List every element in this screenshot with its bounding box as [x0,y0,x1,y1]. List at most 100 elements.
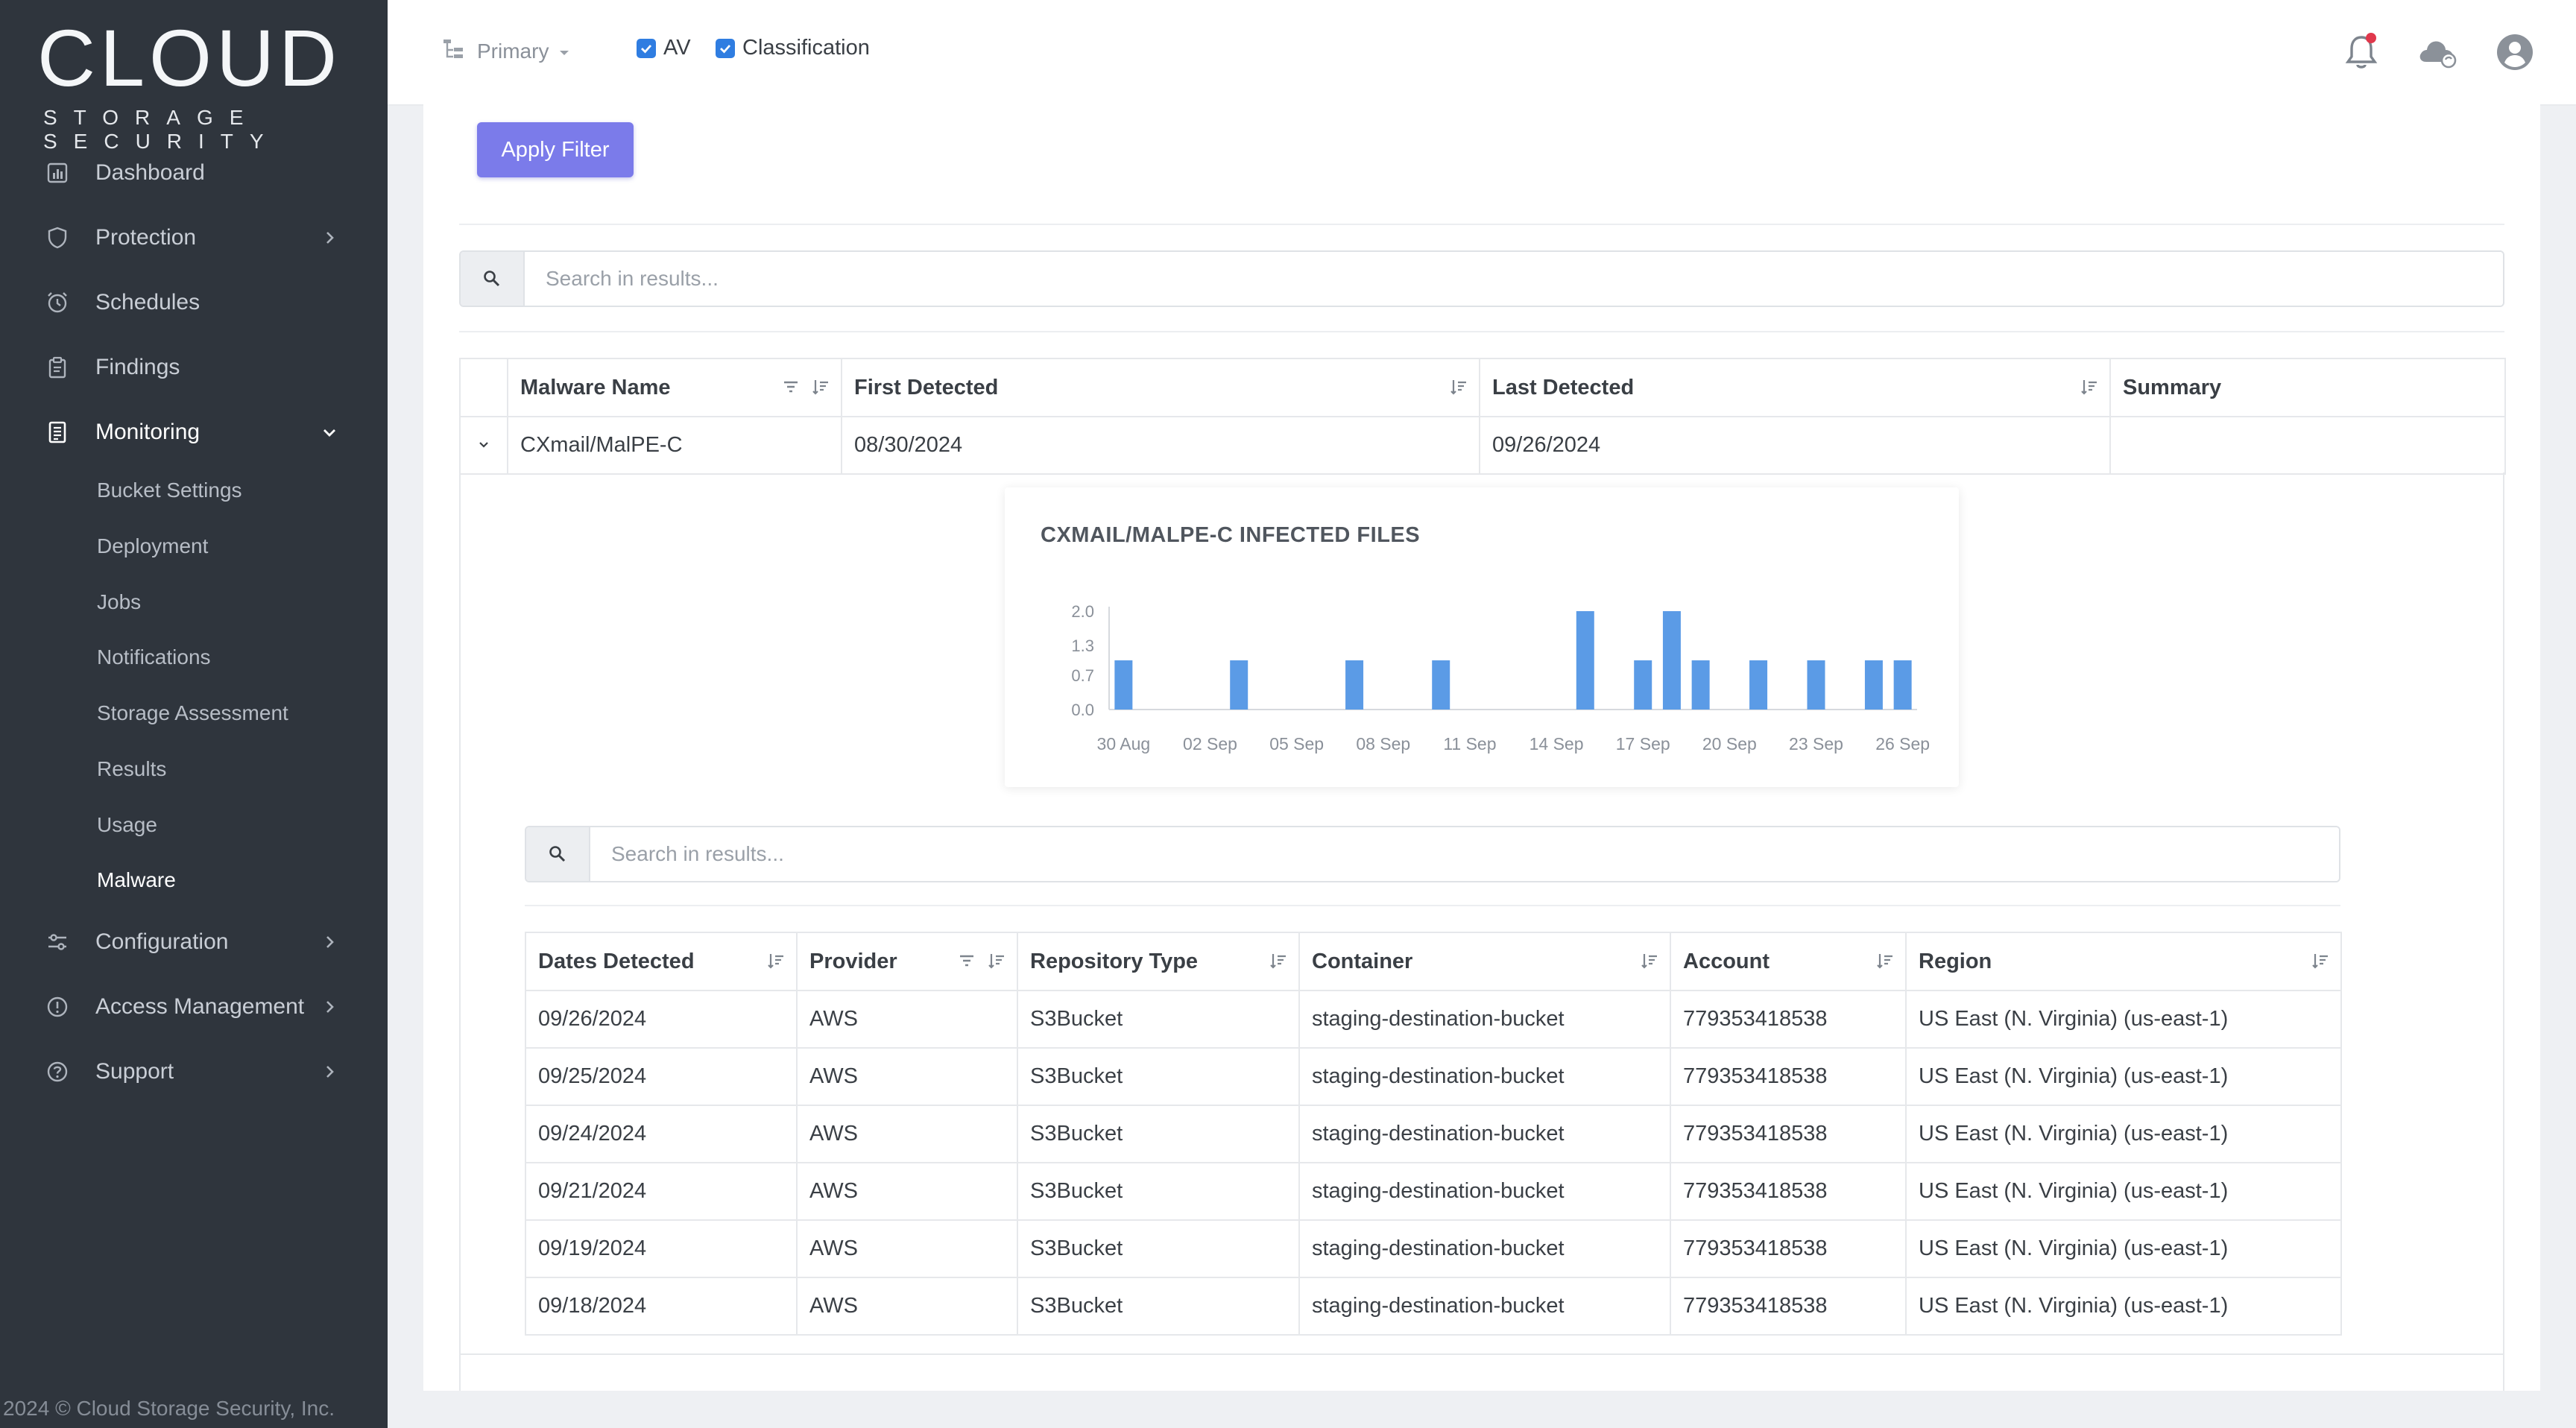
column-header-container[interactable]: Container [1298,932,1671,991]
summary-cell [2109,416,2506,475]
bell-icon[interactable] [2339,30,2384,75]
chart-bar[interactable] [1114,660,1133,710]
column-header-account[interactable]: Account [1670,932,1907,991]
malware-name-cell: CXmail/MalPE-C [507,416,842,475]
sort-icon[interactable] [1875,951,1895,976]
sidebar-item-dashboard[interactable]: Dashboard [0,143,388,203]
sidebar-subitem-bucket-settings[interactable]: Bucket Settings [97,468,242,513]
sidebar-subitem-storage-assessment[interactable]: Storage Assessment [97,691,288,736]
sidebar-item-protection[interactable]: Protection [0,208,388,268]
filter-icon[interactable] [957,951,976,976]
sidebar-subitem-results[interactable]: Results [97,747,166,792]
user-avatar-icon[interactable] [2493,30,2537,75]
filter-icon[interactable] [781,377,801,402]
chart-bar[interactable] [1432,660,1450,710]
table-row[interactable]: 09/24/2024 AWS S3Bucket staging-destination… [525,1105,2342,1163]
chart-bar[interactable] [1345,660,1364,710]
av-checkbox[interactable]: AV [637,36,691,60]
sidebar-item-schedules[interactable]: Schedules [0,273,388,332]
classification-checkbox[interactable]: Classification [716,36,870,60]
provider-cell: AWS [796,1277,1018,1336]
column-header-label: First Detected [854,375,999,399]
table-header-row: Malware Name First Detected Last Detecte… [459,358,2506,417]
chart-bar[interactable] [1576,611,1594,710]
cloud-sync-icon[interactable] [2415,30,2460,75]
chart-bar[interactable] [1662,611,1681,710]
repository-type-cell: S3Bucket [1017,1162,1300,1221]
search-input[interactable] [590,827,2339,881]
provider-cell: AWS [796,1047,1018,1106]
repository-type-cell: S3Bucket [1017,990,1300,1049]
sort-icon[interactable] [766,951,786,976]
sidebar-subitem-jobs[interactable]: Jobs [97,580,141,625]
sort-icon[interactable] [1640,951,1659,976]
sidebar-item-label: Dashboard [95,160,205,185]
expanded-row-border-left [459,473,461,1391]
chart-bar[interactable] [1807,660,1825,710]
column-header-repository-type[interactable]: Repository Type [1017,932,1300,991]
sidebar-subitem-notifications[interactable]: Notifications [97,635,211,680]
document-icon [43,418,72,446]
x-tick-label: 11 Sep [1443,734,1496,754]
sidebar-item-monitoring[interactable]: Monitoring [0,402,388,462]
chart-bar[interactable] [1864,660,1883,710]
chart-bar[interactable] [1691,660,1710,710]
sidebar-subitem-usage[interactable]: Usage [97,803,157,847]
column-header-label: Provider [809,949,897,973]
collapse-toggle[interactable] [459,416,508,475]
malware-table: Malware Name First Detected Last Detecte… [459,358,2506,475]
brand-logo[interactable]: CLOUD STORAGE SECURITY [37,13,350,154]
container-cell: staging-destination-bucket [1298,1105,1671,1163]
sort-icon[interactable] [987,951,1006,976]
table-row[interactable]: 09/26/2024 AWS S3Bucket staging-destination… [525,990,2342,1049]
search-input[interactable] [525,252,2503,306]
sort-icon[interactable] [811,377,830,402]
table-row[interactable]: 09/25/2024 AWS S3Bucket staging-destination… [525,1047,2342,1106]
sidebar-item-configuration[interactable]: Configuration [0,912,388,972]
sidebar-subitem-deployment[interactable]: Deployment [97,524,208,569]
x-tick-label: 26 Sep [1875,734,1930,754]
brand-logo-main: CLOUD [37,13,342,103]
account-selector[interactable]: Primary [441,36,569,66]
provider-cell: AWS [796,1219,1018,1278]
divider [459,224,2504,225]
infected-files-chart: CXMAIL/MALPE-C INFECTED FILES 0.0 0.7 1.3 2… [1005,487,1959,787]
sort-icon[interactable] [2080,377,2099,402]
chart-bar[interactable] [1634,660,1652,710]
column-header-first-detected[interactable]: First Detected [841,358,1480,417]
table-header-row: Dates Detected Provider Repository Type … [525,932,2342,991]
sort-icon[interactable] [1269,951,1288,976]
alarm-clock-icon [43,288,72,317]
sort-icon[interactable] [2311,951,2330,976]
chart-bar[interactable] [1230,660,1248,710]
sidebar-item-support[interactable]: Support [0,1042,388,1102]
column-header-last-detected[interactable]: Last Detected [1479,358,2111,417]
sidebar-subitem-malware[interactable]: Malware [97,858,176,903]
table-row[interactable]: 09/18/2024 AWS S3Bucket staging-destination… [525,1277,2342,1336]
account-cell: 779353418538 [1670,1047,1907,1106]
checkbox-checked-icon [716,38,735,58]
notification-dot [2366,33,2376,43]
sort-icon[interactable] [1449,377,1468,402]
provider-cell: AWS [796,990,1018,1049]
chevron-right-icon [321,229,338,247]
column-header-provider[interactable]: Provider [796,932,1018,991]
chart-bar[interactable] [1893,660,1912,710]
sidebar-item-findings[interactable]: Findings [0,338,388,397]
column-header-dates-detected[interactable]: Dates Detected [525,932,798,991]
apply-filter-button[interactable]: Apply Filter [477,122,634,177]
region-cell: US East (N. Virginia) (us-east-1) [1905,990,2342,1049]
sidebar-item-access-management[interactable]: Access Management [0,977,388,1037]
table-row[interactable]: 09/21/2024 AWS S3Bucket staging-destination… [525,1162,2342,1221]
table-row[interactable]: 09/19/2024 AWS S3Bucket staging-destination… [525,1219,2342,1278]
sidebar-item-label: Protection [95,225,197,250]
column-header-malware-name[interactable]: Malware Name [507,358,842,417]
dashboard-icon [43,159,72,187]
column-header-region[interactable]: Region [1905,932,2342,991]
repository-type-cell: S3Bucket [1017,1219,1300,1278]
table-row[interactable]: CXmail/MalPE-C 08/30/2024 09/26/2024 [459,416,2506,475]
chart-bar[interactable] [1749,660,1768,710]
divider [525,905,2340,906]
table-bottom-border [459,1353,2504,1355]
repository-type-cell: S3Bucket [1017,1047,1300,1106]
